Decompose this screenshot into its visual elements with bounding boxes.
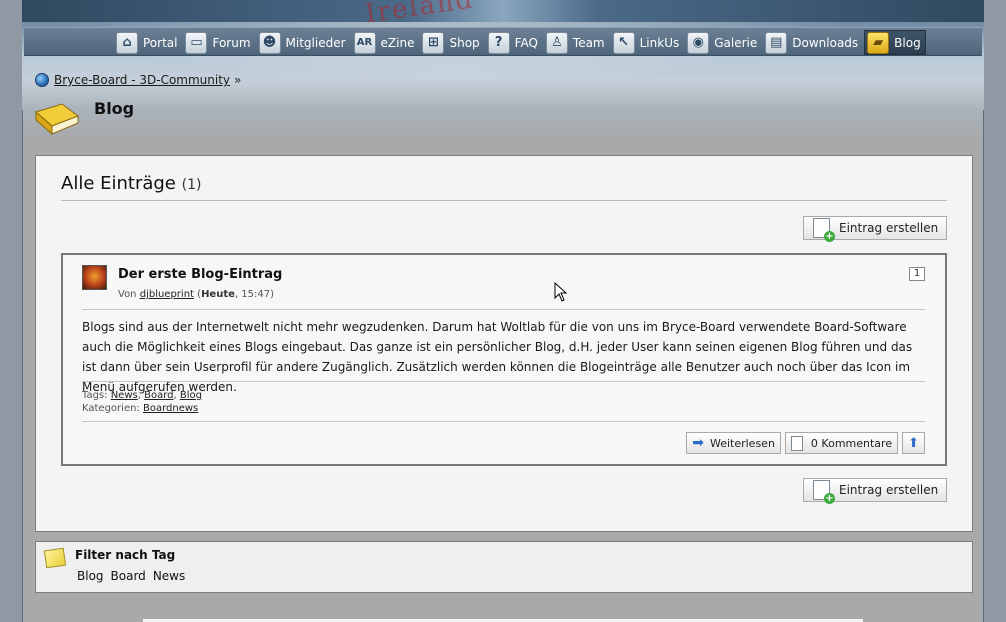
nav-item-blog[interactable]: ▰ Blog [864, 30, 926, 55]
comments-label: 0 Kommentare [810, 436, 893, 450]
nav-item-label: Galerie [714, 35, 758, 50]
entry-number-badge[interactable]: 1 [909, 267, 925, 281]
nav-item-label: Shop [449, 35, 480, 50]
tag-link-news[interactable]: News [111, 390, 138, 401]
nav-item-downloads[interactable]: ▤ Downloads [763, 30, 862, 55]
tag-link-blog[interactable]: Blog [180, 390, 202, 401]
breadcrumb-home-link[interactable]: Bryce-Board - 3D-Community [54, 73, 230, 87]
nav-item-label: Downloads [792, 35, 859, 50]
members-icon: ☻ [258, 31, 281, 54]
nav-item-label: Mitglieder [285, 35, 346, 50]
nav-item-faq[interactable]: ? FAQ [486, 30, 542, 55]
create-entry-button-bottom[interactable]: Eintrag erstellen [803, 478, 947, 504]
filter-title: Filter nach Tag [75, 548, 176, 562]
filter-tag-news[interactable]: News [153, 569, 185, 583]
breadcrumb: Bryce-Board - 3D-Community » [35, 73, 241, 87]
note-icon [43, 547, 67, 569]
nav-item-label: Blog [894, 35, 921, 50]
nav-item-ezine[interactable]: AR eZine [352, 30, 419, 55]
gallery-icon: ◉ [687, 31, 710, 54]
tag-link-board[interactable]: Board [144, 390, 173, 401]
nav-item-label: Forum [212, 35, 251, 50]
nav-item-label: Portal [143, 35, 178, 50]
arrow-right-icon: ➡ [692, 435, 704, 451]
header-strip [22, 0, 984, 22]
entry-divider [82, 421, 925, 422]
nav-item-linkus[interactable]: ↖ LinkUs [611, 30, 684, 55]
help-icon: ? [487, 31, 510, 54]
tag-filter-panel: Filter nach Tag Blog Board News [35, 541, 973, 593]
read-more-button[interactable]: ➡ Weiterlesen [686, 432, 781, 454]
breadcrumb-separator: » [234, 73, 242, 87]
entry-date: Heute [201, 289, 235, 300]
categories-label: Kategorien: [82, 403, 140, 414]
filter-tag-blog[interactable]: Blog [77, 569, 104, 583]
comments-button[interactable]: 0 Kommentare [784, 432, 899, 454]
nav-item-team[interactable]: ♙ Team [544, 30, 609, 55]
entries-container: Alle Einträge (1) Eintrag erstellen Der … [35, 155, 973, 532]
entry-actions: ➡ Weiterlesen 0 Kommentare ⬆ [682, 432, 925, 454]
scroll-top-button[interactable]: ⬆ [902, 432, 925, 454]
create-entry-button-top[interactable]: Eintrag erstellen [803, 216, 947, 242]
filter-tag-list: Blog Board News [77, 569, 192, 583]
add-document-icon [813, 480, 835, 504]
nav-item-label: Team [572, 35, 605, 50]
tags-label: Tags: [82, 390, 108, 401]
team-icon: ♙ [545, 31, 568, 54]
main-nav: ⌂ Portal ▭ Forum ☻ Mitglieder AR eZine ⊞ Shop? FAQ… [24, 27, 982, 56]
entry-divider [82, 381, 925, 382]
entry-author-link[interactable]: djblueprint [140, 289, 194, 300]
arrow-up-icon: ⬆ [908, 435, 919, 451]
nav-item-mitglieder[interactable]: ☻ Mitglieder [257, 30, 350, 55]
read-more-label: Weiterlesen [709, 436, 775, 450]
nav-item-portal[interactable]: ⌂ Portal [114, 30, 181, 55]
entry-time: , 15:47) [234, 289, 274, 300]
entry-divider [82, 309, 925, 310]
avatar[interactable] [82, 265, 107, 290]
entries-heading-label: Alle Einträge [61, 173, 176, 194]
nav-item-label: FAQ [514, 35, 538, 50]
entry-tags: Tags: News, Board, Blog Kategorien: Boar… [82, 390, 202, 414]
entries-count: (1) [181, 177, 202, 193]
nav-item-galerie[interactable]: ◉ Galerie [685, 30, 761, 55]
cart-icon: ⊞ [422, 31, 445, 54]
create-entry-label: Eintrag erstellen [839, 221, 939, 235]
entry-body-text: Blogs sind aus der Internetwelt nicht me… [82, 320, 913, 394]
blog-icon: ▰ [867, 31, 890, 54]
category-link[interactable]: Boardnews [143, 403, 198, 414]
monitor-icon: ▭ [185, 31, 208, 54]
nav-item-label: eZine [380, 35, 415, 50]
entry-meta: Von djblueprint (Heute, 15:47) [118, 289, 274, 300]
mouse-cursor-icon [554, 282, 568, 302]
entry-meta-prefix: Von [118, 289, 137, 300]
nav-item-forum[interactable]: ▭ Forum [183, 30, 254, 55]
page-title: Blog [94, 99, 135, 118]
blog-entry: Der erste Blog-Eintrag Von djblueprint (… [61, 253, 947, 466]
add-document-icon [813, 218, 835, 242]
ezine-icon: AR [353, 31, 376, 54]
filter-tag-board[interactable]: Board [111, 569, 146, 583]
home-icon: ⌂ [116, 31, 138, 54]
nav-item-shop[interactable]: ⊞ Shop [420, 30, 483, 55]
comment-page-icon [790, 435, 803, 451]
create-entry-label: Eintrag erstellen [839, 483, 939, 497]
nav-item-label: LinkUs [639, 35, 680, 50]
cursor-icon: ↖ [612, 31, 635, 54]
globe-icon [35, 73, 49, 87]
entry-title[interactable]: Der erste Blog-Eintrag [118, 267, 282, 282]
heading-divider [61, 200, 947, 201]
blog-book-icon [34, 103, 80, 136]
entries-heading: Alle Einträge (1) [61, 173, 201, 194]
downloads-icon: ▤ [765, 31, 788, 54]
